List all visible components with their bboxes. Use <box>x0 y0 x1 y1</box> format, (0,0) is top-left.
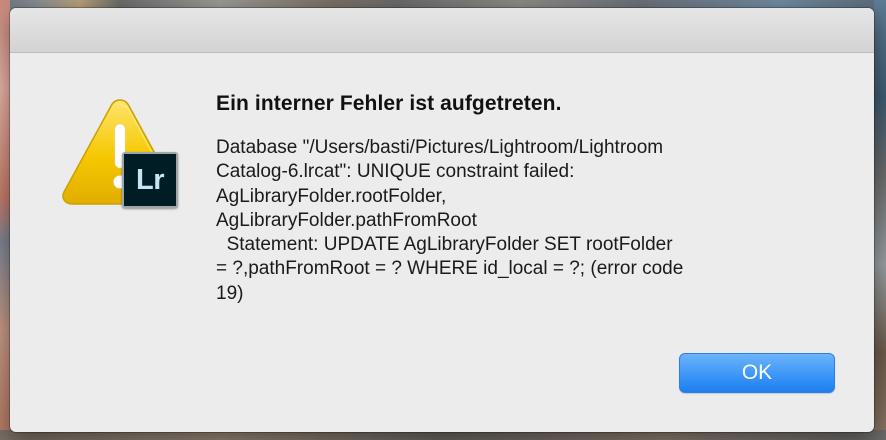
ok-button[interactable]: OK <box>679 353 835 393</box>
dialog-titlebar <box>10 8 874 53</box>
dialog-heading: Ein interner Fehler ist aufgetreten. <box>216 92 562 115</box>
lightroom-badge-text: Lr <box>136 163 165 196</box>
background-thumbnail-right <box>874 0 886 440</box>
error-dialog: Lr Ein interner Fehler ist aufgetreten. … <box>10 8 874 432</box>
background-thumbnail-left <box>0 0 10 440</box>
dialog-message: Database "/Users/basti/Pictures/Lightroo… <box>216 137 684 304</box>
lightroom-badge-icon: Lr <box>122 152 178 208</box>
